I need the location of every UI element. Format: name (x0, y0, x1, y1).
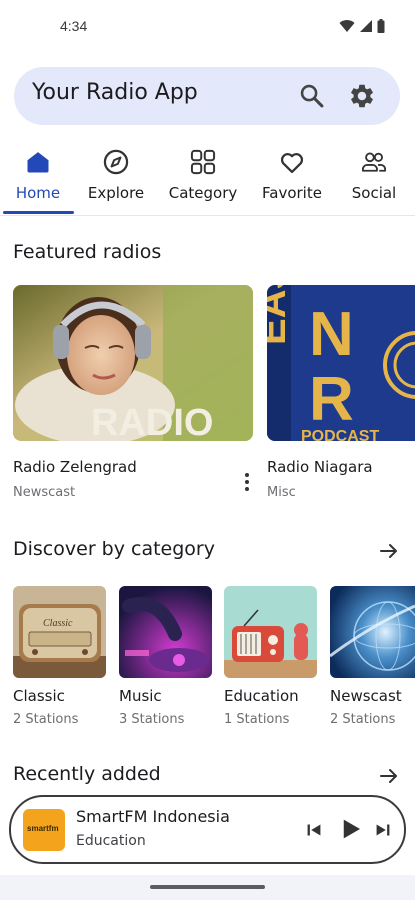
tab-explore[interactable]: Explore (78, 140, 154, 216)
tab-social[interactable]: Social (342, 140, 406, 216)
category-name: Music (119, 687, 162, 705)
arrow-forward-icon[interactable] (377, 764, 401, 788)
skip-previous-icon[interactable] (303, 819, 325, 841)
image-logo-text: RADIO (91, 402, 213, 441)
compass-icon (103, 149, 129, 175)
category-thumb-education[interactable] (224, 586, 317, 678)
tab-favorite[interactable]: Favorite (254, 140, 330, 216)
player-subtitle: Education (76, 833, 146, 849)
category-count: 2 Stations (13, 712, 79, 727)
category-count: 1 Stations (224, 712, 290, 727)
category-name: Classic (13, 687, 65, 705)
tabs-divider (0, 215, 415, 216)
app-title: Your Radio App (32, 80, 198, 105)
status-bar: 4:34 (0, 0, 415, 56)
system-navigation-bar (0, 875, 415, 900)
featured-category: Newscast (13, 485, 76, 500)
people-icon (361, 152, 387, 172)
tab-home[interactable]: Home (0, 140, 76, 216)
category-thumb-classic[interactable]: Classic (13, 586, 106, 678)
heart-icon (280, 153, 304, 174)
featured-card-image[interactable]: EAST N R PODCAST (267, 285, 415, 441)
category-section-title: Discover by category (13, 538, 215, 560)
play-icon[interactable] (335, 814, 365, 844)
tab-label: Explore (87, 184, 145, 202)
battery-icon (377, 19, 385, 33)
search-icon[interactable] (298, 82, 326, 110)
featured-title: Featured radios (13, 241, 162, 263)
home-icon (27, 152, 49, 173)
svg-text:PODCAST: PODCAST (301, 428, 379, 441)
featured-name[interactable]: Radio Zelengrad (13, 458, 137, 476)
svg-text:EAST: EAST (267, 285, 294, 345)
player-artwork-logo: smartfm (27, 824, 59, 833)
category-count: 3 Stations (119, 712, 185, 727)
tab-label: Home (15, 184, 61, 202)
featured-card-image[interactable]: RADIO (13, 285, 253, 441)
tab-label: Category (168, 184, 238, 202)
featured-category: Misc (267, 485, 296, 500)
featured-image-radio-niagara: EAST N R PODCAST (267, 285, 415, 441)
tab-label: Social (351, 184, 397, 202)
more-vert-icon[interactable] (238, 470, 256, 494)
tab-indicator (3, 211, 74, 214)
svg-text:R: R (309, 365, 354, 434)
arrow-forward-icon[interactable] (377, 539, 401, 563)
mini-player[interactable]: smartfm SmartFM Indonesia Education (9, 795, 406, 864)
grid-icon (190, 149, 216, 175)
status-time: 4:34 (60, 18, 88, 34)
tab-bar: Home Explore Category Favorite Social (0, 140, 415, 218)
category-thumb-music[interactable] (119, 586, 212, 678)
player-artwork: smartfm (23, 809, 65, 851)
svg-text:Classic: Classic (43, 618, 73, 629)
gesture-handle[interactable] (150, 885, 265, 889)
recent-section-title: Recently added (13, 763, 161, 785)
wifi-icon (339, 20, 355, 32)
featured-name[interactable]: Radio Niagara (267, 458, 373, 476)
category-count: 2 Stations (330, 712, 396, 727)
skip-next-icon[interactable] (372, 819, 394, 841)
cell-signal-icon (360, 20, 372, 32)
gear-icon[interactable] (348, 82, 376, 110)
svg-text:N: N (309, 300, 354, 369)
player-title: SmartFM Indonesia (76, 807, 230, 826)
status-icons (339, 19, 385, 33)
category-name: Education (224, 687, 299, 705)
featured-image-radio-zelengrad: RADIO (13, 285, 253, 441)
category-name: Newscast (330, 687, 402, 705)
category-thumb-newscast[interactable] (330, 586, 415, 678)
tab-category[interactable]: Category (159, 140, 247, 216)
tab-label: Favorite (262, 184, 322, 202)
search-bar[interactable]: Your Radio App (14, 67, 400, 125)
